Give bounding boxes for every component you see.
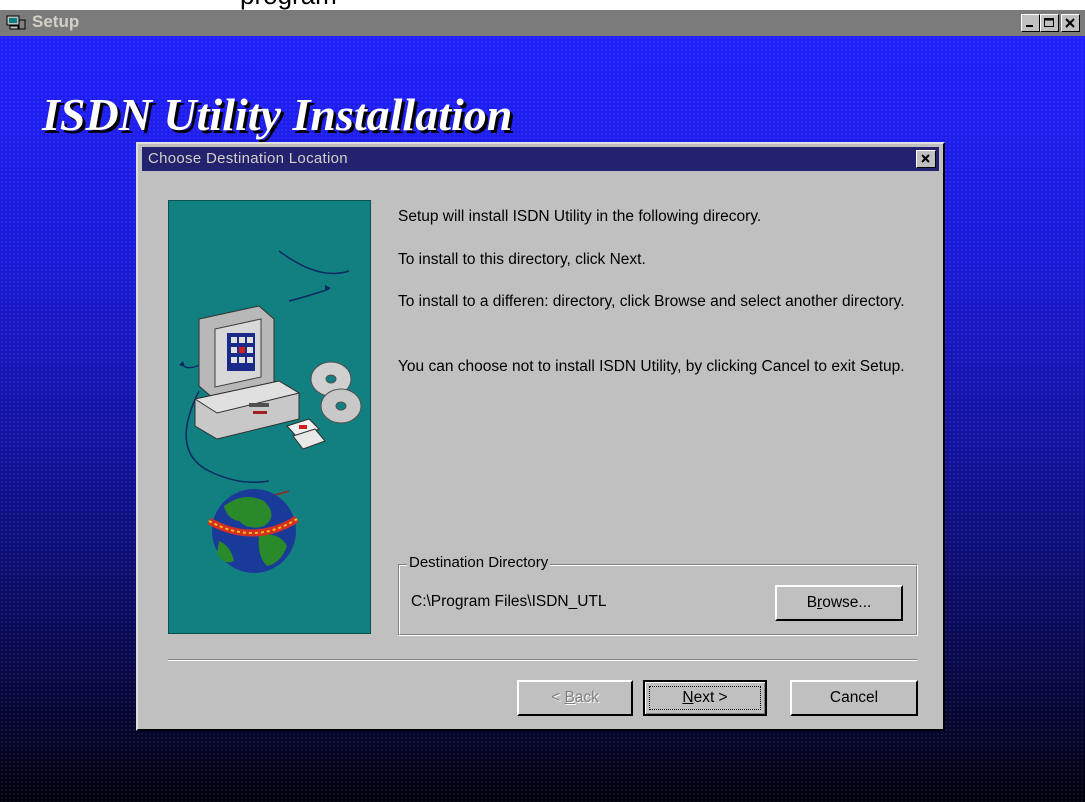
focus-rectangle [649,686,761,710]
setup-app-icon [6,15,26,30]
background-text: program [240,0,337,10]
close-icon [921,154,930,163]
cancel-button[interactable]: Cancel [790,680,918,716]
maximize-icon [1044,18,1054,27]
destination-directory-label: Destination Directory [407,554,551,571]
back-button[interactable]: < Back [517,680,633,716]
cancel-button-label: Cancel [829,689,879,706]
mnemonic-underline: r [817,594,823,611]
mnemonic-underline: B [564,689,575,706]
message-line-2: To install to this directory, click Next… [398,251,646,268]
setup-window-title: Setup [32,12,80,31]
dialog-title: Choose Destination Location [148,150,348,167]
browse-button-label: Browse... [806,594,872,611]
close-icon [1065,18,1075,28]
close-button[interactable] [1061,14,1080,32]
button-separator [168,659,917,661]
installer-banner-title: ISDN Utility Installation [42,89,513,140]
message-line-4: You can choose not to install ISDN Utili… [398,358,905,375]
dialog-close-button[interactable] [916,150,936,168]
next-button[interactable]: Next > [643,680,767,716]
minimize-icon [1026,25,1033,27]
message-line-3: To install to a differen: directory, cli… [398,293,905,310]
background-text-fragment: program [0,0,1085,10]
computer-globe-illustration [179,250,362,573]
dialog-titlebar[interactable]: Choose Destination Location [142,147,939,171]
browse-button[interactable]: Browse... [775,585,903,621]
back-button-label: < Back [551,689,599,706]
destination-directory-group: Destination Directory C:\Program Files\I… [398,554,918,636]
installer-illustration [168,200,371,634]
setup-titlebar[interactable]: Setup [0,10,1085,36]
destination-path: C:\Program Files\ISDN_UTL [411,593,607,610]
message-line-1: Setup will install ISDN Utility in the f… [398,208,762,225]
choose-destination-dialog: Choose Destination Location Setup will i… [136,142,945,731]
maximize-button[interactable] [1040,14,1059,32]
minimize-button[interactable] [1021,14,1040,32]
